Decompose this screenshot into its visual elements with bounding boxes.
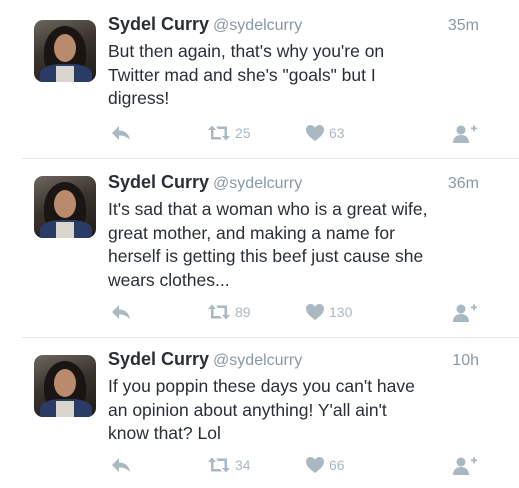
tweet[interactable]: Sydel Curry @sydelcurry 10h If you poppin…	[0, 338, 519, 488]
like-count: 66	[329, 457, 345, 473]
author-name[interactable]: Sydel Curry	[108, 349, 209, 369]
avatar[interactable]	[34, 176, 96, 238]
tweet-timestamp[interactable]: 10h	[452, 352, 479, 370]
retweet-button[interactable]: 25	[207, 124, 251, 142]
follow-icon	[453, 457, 477, 475]
reply-icon	[112, 458, 130, 472]
tweet-text-line: It's sad that a woman who is a great wif…	[108, 199, 428, 219]
tweet-text: If you poppin these days you can't have …	[108, 375, 488, 446]
like-button[interactable]: 63	[305, 124, 345, 142]
reply-icon	[112, 305, 130, 319]
tweet-text: But then again, that's why you're on Twi…	[108, 40, 488, 111]
retweet-button[interactable]: 89	[207, 303, 251, 321]
heart-icon	[306, 304, 324, 320]
avatar[interactable]	[34, 355, 96, 417]
reply-button[interactable]	[110, 124, 132, 142]
like-count: 63	[329, 125, 345, 141]
reply-button[interactable]	[110, 456, 132, 474]
author-handle[interactable]: @sydelcurry	[213, 17, 302, 34]
retweet-count: 25	[235, 125, 251, 141]
tweet-timestamp[interactable]: 35m	[448, 17, 479, 35]
tweet[interactable]: Sydel Curry @sydelcurry 35m But then agai…	[0, 0, 519, 158]
like-button[interactable]: 66	[305, 456, 345, 474]
author-name[interactable]: Sydel Curry	[108, 14, 209, 34]
follow-button[interactable]	[452, 303, 478, 323]
avatar[interactable]	[34, 20, 96, 82]
follow-button[interactable]	[452, 456, 478, 476]
tweet-timestamp[interactable]: 36m	[448, 175, 479, 193]
heart-icon	[306, 457, 324, 473]
tweet-text-line: know that? Lol	[108, 423, 221, 443]
tweet-actions: 25 63	[0, 124, 519, 148]
follow-icon	[453, 125, 477, 143]
reply-button[interactable]	[110, 303, 132, 321]
author-handle[interactable]: @sydelcurry	[213, 175, 302, 192]
tweet-text-line: Twitter mad and she's "goals" but I	[108, 64, 376, 85]
retweet-count: 34	[235, 457, 251, 473]
tweet-text-line: herself is getting this beef just cause …	[108, 246, 424, 266]
retweet-icon	[208, 304, 230, 320]
author-handle[interactable]: @sydelcurry	[213, 352, 302, 369]
author-name[interactable]: Sydel Curry	[108, 172, 209, 192]
follow-icon	[453, 304, 477, 322]
retweet-icon	[208, 457, 230, 473]
tweet-text: It's sad that a woman who is a great wif…	[108, 198, 488, 292]
reply-icon	[112, 126, 130, 140]
heart-icon	[306, 125, 324, 141]
tweet-text-line: an opinion about anything! Y'all ain't	[108, 399, 387, 420]
retweet-icon	[208, 125, 230, 141]
follow-button[interactable]	[452, 124, 478, 144]
tweet-actions: 89 130	[0, 303, 519, 327]
tweet-text-line: great mother, and making a name for	[108, 222, 395, 243]
retweet-count: 89	[235, 304, 251, 320]
like-button[interactable]: 130	[305, 303, 352, 321]
tweet-text-line: But then again, that's why you're on	[108, 41, 385, 61]
tweet-text-line: If you poppin these days you can't have	[108, 376, 415, 396]
tweet-text-line: wears clothes...	[108, 269, 230, 290]
retweet-button[interactable]: 34	[207, 456, 251, 474]
tweet[interactable]: Sydel Curry @sydelcurry 36m It's sad that…	[0, 159, 519, 337]
tweet-actions: 34 66	[0, 456, 519, 480]
tweet-text-line: digress!	[108, 88, 170, 108]
like-count: 130	[329, 304, 353, 320]
